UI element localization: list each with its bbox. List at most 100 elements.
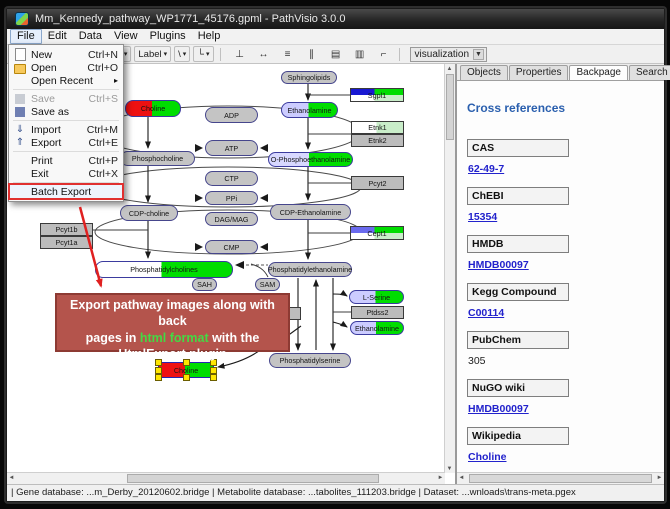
- node-label: Sphingolipids: [288, 73, 331, 82]
- node-choline[interactable]: Choline: [158, 362, 214, 378]
- scroll-down-icon[interactable]: ▼: [445, 464, 454, 473]
- title-bar[interactable]: Mm_Kennedy_pathway_WP1771_45176.gpml - P…: [7, 9, 664, 29]
- canvas-horizontal-scrollbar[interactable]: ◄ ►: [7, 472, 445, 484]
- node-ethanolamine[interactable]: Ethanolamine: [281, 102, 338, 118]
- node-dag-mag[interactable]: DAG/MAG: [205, 212, 258, 226]
- selection-handle[interactable]: [155, 367, 162, 374]
- node-o-phosphoethanolamine[interactable]: O-Phosphoethanolamine: [268, 152, 353, 167]
- menu-data[interactable]: Data: [73, 30, 108, 43]
- node-pcyt2[interactable]: Pcyt2: [351, 176, 404, 190]
- scrollbar-thumb[interactable]: [127, 474, 379, 483]
- node-ppi[interactable]: PPi: [205, 191, 258, 205]
- node-ethanolamine[interactable]: Ethanolamine: [350, 321, 404, 335]
- scroll-left-icon[interactable]: ◄: [457, 473, 466, 482]
- node-label: Pcyt1b: [56, 225, 78, 234]
- scroll-right-icon[interactable]: ►: [436, 473, 445, 482]
- tab-properties[interactable]: Properties: [509, 65, 569, 80]
- node-label: Ptdss2: [367, 308, 389, 317]
- menu-icon-placeholder: [14, 168, 26, 180]
- visualization-combobox[interactable]: visualization ▼: [410, 47, 487, 62]
- line-tool-button[interactable]: \ ▾: [174, 46, 190, 62]
- selection-handle[interactable]: [210, 374, 217, 381]
- node-sam[interactable]: SAM: [255, 278, 280, 291]
- node-pcyt1a[interactable]: Pcyt1a: [40, 236, 93, 249]
- label-button[interactable]: Label ▾: [134, 46, 171, 62]
- menu-icon-placeholder: [14, 75, 26, 87]
- file-menu-item-save-as[interactable]: Save as: [10, 105, 122, 118]
- node-sgpl1[interactable]: Sgpl1: [350, 88, 404, 102]
- menu-edit[interactable]: Edit: [42, 30, 73, 43]
- selection-handle[interactable]: [210, 367, 217, 374]
- stack-icon[interactable]: ▤: [327, 46, 345, 62]
- distribute-rows-icon[interactable]: ≡: [279, 46, 297, 62]
- chevron-down-icon[interactable]: ▾: [164, 50, 168, 58]
- tab-backpage[interactable]: Backpage: [569, 65, 627, 81]
- selection-handle[interactable]: [183, 374, 190, 381]
- file-menu-item-import[interactable]: ⇓ImportCtrl+M: [10, 123, 122, 136]
- scroll-up-icon[interactable]: ▲: [445, 64, 454, 73]
- node-sphingolipids[interactable]: Sphingolipids: [281, 71, 337, 84]
- node-pcyt1b[interactable]: Pcyt1b: [40, 223, 93, 236]
- node-ptdss2[interactable]: Ptdss2: [351, 306, 404, 319]
- chevron-down-icon[interactable]: ▾: [206, 50, 210, 58]
- menu-help[interactable]: Help: [192, 30, 227, 43]
- file-menu-item-open-recent[interactable]: Open Recent▸: [10, 74, 122, 87]
- file-menu-item-print[interactable]: PrintCtrl+P: [10, 154, 122, 167]
- node-cept1[interactable]: Cept1: [350, 226, 404, 240]
- file-menu-item-save[interactable]: SaveCtrl+S: [10, 92, 122, 105]
- xref-link-15354[interactable]: 15354: [468, 211, 497, 223]
- panel-horizontal-scrollbar[interactable]: ◄ ►: [457, 472, 664, 484]
- menu-file[interactable]: File: [10, 29, 42, 44]
- xref-link-choline[interactable]: Choline: [468, 451, 507, 463]
- node-cdp-ethanolamine[interactable]: CDP-Ethanolamine: [270, 204, 351, 220]
- file-menu-item-new[interactable]: NewCtrl+N: [10, 48, 122, 61]
- distribute-columns-icon[interactable]: ∥: [303, 46, 321, 62]
- node-etnk1[interactable]: Etnk1: [351, 121, 404, 134]
- file-menu-item-export[interactable]: ⇑ExportCtrl+E: [10, 136, 122, 149]
- canvas-vertical-scrollbar[interactable]: ▲ ▼: [444, 64, 455, 473]
- chevron-down-icon[interactable]: ▼: [473, 49, 484, 60]
- xref-link-c00114[interactable]: C00114: [468, 307, 504, 319]
- menu-plugins[interactable]: Plugins: [144, 30, 192, 43]
- node-choline[interactable]: Choline: [125, 100, 181, 117]
- file-menu-item-batch-export[interactable]: Batch Export: [10, 185, 122, 198]
- scrollbar-thumb[interactable]: [469, 474, 652, 483]
- xref-value-wikipedia: Choline: [468, 451, 656, 463]
- xref-link-hmdb00097[interactable]: HMDB00097: [468, 403, 529, 415]
- tab-objects[interactable]: Objects: [460, 65, 508, 80]
- xref-text-305: 305: [468, 355, 486, 367]
- align-center-icon[interactable]: ⊥: [231, 46, 249, 62]
- chevron-down-icon[interactable]: ▾: [183, 50, 187, 58]
- chevron-down-icon[interactable]: ▾: [124, 50, 128, 58]
- node-phosphocholine[interactable]: Phosphocholine: [120, 151, 195, 166]
- node-atp[interactable]: ATP: [205, 140, 258, 156]
- connector-tool-button[interactable]: └ ▾: [193, 46, 213, 62]
- node-label: CDP-choline: [129, 209, 169, 218]
- node-phosphatidylcholines[interactable]: Phosphatidylcholines: [95, 261, 233, 278]
- tab-search[interactable]: Search: [629, 65, 670, 80]
- xref-link-62-49-7[interactable]: 62-49-7: [468, 163, 504, 175]
- xref-header-chebi: ChEBI: [467, 187, 569, 205]
- node-label: Phosphatidylserine: [280, 356, 341, 365]
- selection-handle[interactable]: [155, 374, 162, 381]
- menu-view[interactable]: View: [108, 30, 144, 43]
- file-menu-item-exit[interactable]: ExitCtrl+X: [10, 167, 122, 180]
- scrollbar-thumb[interactable]: [446, 74, 454, 140]
- common-width-icon[interactable]: ▥: [351, 46, 369, 62]
- node-etnk2[interactable]: Etnk2: [351, 134, 404, 147]
- xref-link-hmdb00097[interactable]: HMDB00097: [468, 259, 529, 271]
- node-cdp-choline[interactable]: CDP-choline: [120, 205, 178, 221]
- file-menu-item-open[interactable]: OpenCtrl+O: [10, 61, 122, 74]
- node-ctp[interactable]: CTP: [205, 171, 258, 186]
- align-middle-icon[interactable]: ↔: [255, 46, 273, 62]
- node-phosphatidylethanolamine[interactable]: Phosphatidylethanolamine: [268, 262, 352, 277]
- node-label: Etnk2: [368, 136, 386, 145]
- group-icon[interactable]: ⌐: [375, 46, 393, 62]
- node-sah[interactable]: SAH: [192, 278, 217, 291]
- node-l-serine[interactable]: L-Serine: [349, 290, 404, 304]
- scroll-right-icon[interactable]: ►: [655, 473, 664, 482]
- menu-item-shortcut: Ctrl+M: [87, 124, 118, 136]
- node-cmp[interactable]: CMP: [205, 240, 258, 254]
- scroll-left-icon[interactable]: ◄: [7, 473, 16, 482]
- node-adp[interactable]: ADP: [205, 107, 258, 123]
